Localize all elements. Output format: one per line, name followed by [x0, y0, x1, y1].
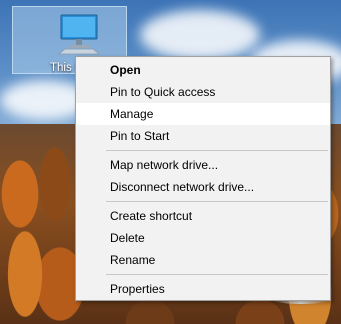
computer-icon [57, 14, 101, 55]
menu-separator [106, 274, 328, 275]
menu-item-delete[interactable]: Delete [76, 227, 330, 249]
menu-item-disconnect-network-drive[interactable]: Disconnect network drive... [76, 176, 330, 198]
wallpaper-cloud [140, 10, 260, 60]
menu-separator [106, 201, 328, 202]
menu-item-pin-to-start[interactable]: Pin to Start [76, 125, 330, 147]
menu-separator [106, 150, 328, 151]
menu-item-map-network-drive[interactable]: Map network drive... [76, 154, 330, 176]
menu-item-rename[interactable]: Rename [76, 249, 330, 271]
menu-item-create-shortcut[interactable]: Create shortcut [76, 205, 330, 227]
menu-item-open[interactable]: Open [76, 59, 330, 81]
menu-item-pin-to-quick-access[interactable]: Pin to Quick access [76, 81, 330, 103]
menu-item-manage[interactable]: Manage [76, 103, 330, 125]
context-menu: Open Pin to Quick access Manage Pin to Star… [75, 56, 331, 301]
menu-item-properties[interactable]: Properties [76, 278, 330, 300]
